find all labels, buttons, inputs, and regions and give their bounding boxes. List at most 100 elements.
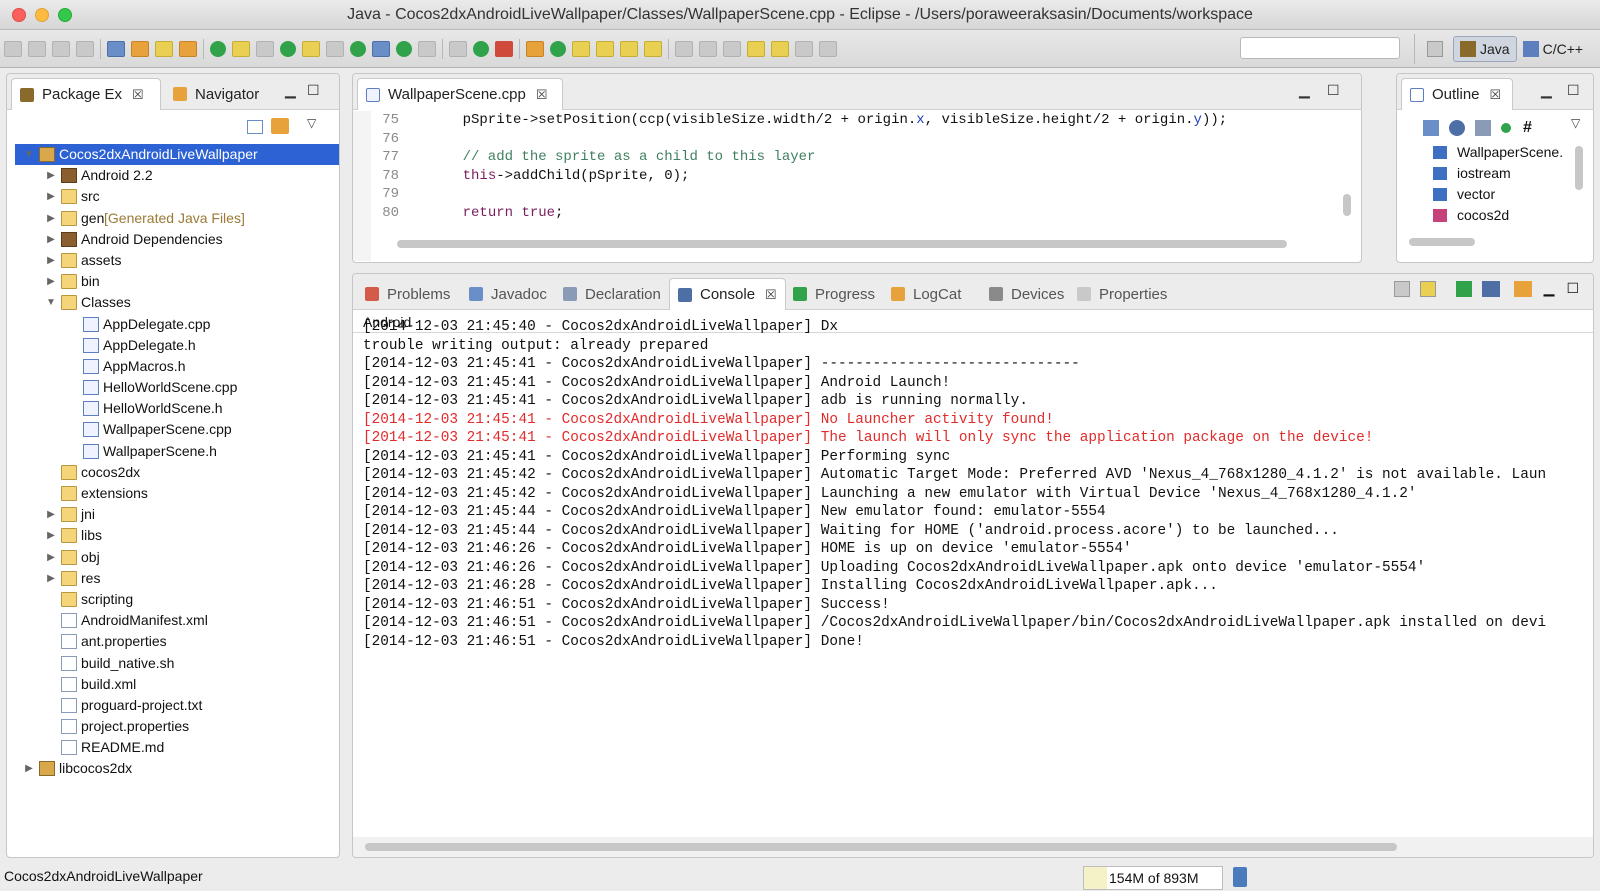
tab-devices[interactable]: Devices — [981, 278, 1072, 310]
pin-console-icon[interactable] — [1455, 280, 1472, 297]
tree-item[interactable]: README.md — [15, 737, 339, 758]
tab-properties[interactable]: Properties — [1069, 278, 1175, 310]
tree-item[interactable]: ▶ Android Dependencies — [15, 229, 339, 250]
tree-item[interactable]: AppDelegate.cpp — [15, 314, 339, 335]
forward-icon[interactable] — [795, 41, 813, 57]
open-workspace-icon[interactable] — [620, 41, 638, 57]
tree-item[interactable]: WallpaperScene.cpp — [15, 419, 339, 440]
collapse-all-icon[interactable] — [247, 120, 263, 134]
tree-item[interactable]: WallpaperScene.h — [15, 441, 339, 462]
open-folder-icon[interactable] — [572, 41, 590, 57]
tab-navigator[interactable]: Navigator — [165, 78, 267, 110]
tree-item[interactable]: ant.properties — [15, 631, 339, 652]
android-avd-icon[interactable] — [302, 41, 320, 57]
quick-access-input[interactable] — [1240, 37, 1400, 59]
terminate-icon[interactable] — [1393, 280, 1410, 297]
outline-item[interactable]: vector — [1433, 184, 1583, 205]
external-tools-icon[interactable] — [495, 41, 513, 57]
maximize-view-icon[interactable]: ☐ — [1327, 82, 1340, 99]
view-menu-icon[interactable]: ▽ — [307, 116, 316, 130]
outline-vertical-scrollbar[interactable] — [1575, 146, 1583, 190]
save-all-icon[interactable] — [52, 41, 70, 57]
new-java-class-icon[interactable] — [550, 41, 566, 57]
tree-item[interactable]: ▶ libs — [15, 525, 339, 546]
expanded-arrow-icon[interactable]: ▼ — [23, 144, 35, 165]
outline-item[interactable]: cocos2d — [1433, 205, 1583, 226]
collapsed-arrow-icon[interactable]: ▶ — [45, 250, 57, 271]
tree-item[interactable]: ▼ Cocos2dxAndroidLiveWallpaper — [15, 144, 339, 166]
tree-item[interactable]: AppMacros.h — [15, 356, 339, 377]
new-android-project-icon[interactable] — [396, 41, 412, 57]
tree-item[interactable]: AndroidManifest.xml — [15, 610, 339, 631]
close-icon[interactable]: ☒ — [765, 287, 777, 303]
tab-problems[interactable]: Problems — [357, 278, 458, 310]
build-icon[interactable] — [107, 41, 125, 57]
expanded-arrow-icon[interactable]: ▼ — [45, 292, 57, 313]
minimize-view-icon[interactable]: ▁ — [1544, 280, 1555, 297]
hide-macros-icon[interactable]: # — [1523, 120, 1532, 136]
editor-horizontal-scrollbar[interactable] — [397, 240, 1287, 248]
sort-icon[interactable] — [1423, 120, 1439, 136]
new-icon[interactable] — [4, 41, 22, 57]
tree-item[interactable]: scripting — [15, 589, 339, 610]
close-icon[interactable]: ☒ — [1490, 87, 1502, 103]
collapsed-arrow-icon[interactable]: ▶ — [45, 547, 57, 568]
collapsed-arrow-icon[interactable]: ▶ — [45, 504, 57, 525]
tree-item[interactable]: AppDelegate.h — [15, 335, 339, 356]
annotation-icon[interactable] — [675, 41, 693, 57]
open-project-icon[interactable] — [596, 41, 614, 57]
android-device-icon[interactable] — [350, 41, 366, 57]
link-with-editor-icon[interactable] — [271, 118, 289, 134]
tab-outline[interactable]: Outline ☒ — [1401, 78, 1513, 110]
display-console-icon[interactable] — [1481, 280, 1500, 297]
lint-icon[interactable] — [418, 41, 436, 57]
collapsed-arrow-icon[interactable]: ▶ — [23, 758, 35, 779]
tab-progress[interactable]: Progress — [785, 278, 883, 310]
hide-fields-icon[interactable] — [1449, 120, 1465, 136]
refresh-icon[interactable] — [179, 41, 197, 57]
tree-item[interactable]: project.properties — [15, 716, 339, 737]
tree-item[interactable]: HelloWorldScene.cpp — [15, 377, 339, 398]
collapsed-arrow-icon[interactable]: ▶ — [45, 525, 57, 546]
tree-item[interactable]: build_native.sh — [15, 653, 339, 674]
code-area[interactable]: 75 pSprite->setPosition(ccp(visibleSize.… — [375, 111, 1331, 261]
collapsed-arrow-icon[interactable]: ▶ — [45, 208, 57, 229]
console-horizontal-scrollbar[interactable] — [365, 843, 1397, 851]
heap-status[interactable]: 154M of 893M — [1083, 866, 1223, 890]
cpp-perspective-button[interactable]: C/C++ — [1517, 36, 1589, 62]
download-icon[interactable] — [326, 41, 344, 57]
tree-item[interactable]: proguard-project.txt — [15, 695, 339, 716]
tree-item[interactable]: ▶ res — [15, 568, 339, 589]
java-perspective-button[interactable]: Java — [1453, 36, 1517, 62]
maximize-view-icon[interactable]: ☐ — [1566, 280, 1579, 297]
tree-item[interactable]: ▶ obj — [15, 547, 339, 568]
new-class-icon[interactable] — [210, 41, 226, 57]
tree-item[interactable]: HelloWorldScene.h — [15, 398, 339, 419]
tree-item[interactable]: ▼ Classes — [15, 292, 339, 313]
collapsed-arrow-icon[interactable]: ▶ — [45, 186, 57, 207]
close-icon[interactable]: ☒ — [132, 87, 144, 103]
tree-item[interactable]: extensions — [15, 483, 339, 504]
gc-trash-icon[interactable] — [1233, 867, 1247, 887]
checkbox-icon[interactable] — [372, 41, 390, 57]
prev-annotation-icon[interactable] — [723, 41, 741, 57]
tab-javadoc[interactable]: Javadoc — [461, 278, 555, 310]
save-icon[interactable] — [28, 41, 46, 57]
new-folder-icon[interactable] — [232, 41, 250, 57]
tab-package-explorer[interactable]: Package Ex ☒ — [11, 78, 161, 110]
collapsed-arrow-icon[interactable]: ▶ — [45, 165, 57, 186]
tree-item[interactable]: ▶ gen [Generated Java Files] — [15, 208, 339, 229]
tree-item[interactable]: ▶ bin — [15, 271, 339, 292]
view-menu-icon[interactable]: ▽ — [1571, 116, 1580, 130]
run-icon[interactable] — [473, 41, 489, 57]
open-type-icon[interactable] — [526, 41, 544, 57]
tab-declaration[interactable]: Declaration — [555, 278, 669, 310]
tab-logcat[interactable]: LogCat — [883, 278, 969, 310]
console-output[interactable]: [2014-12-03 21:45:40 - Cocos2dxAndroidLi… — [363, 318, 1569, 828]
collapsed-arrow-icon[interactable]: ▶ — [45, 271, 57, 292]
minimize-view-icon[interactable]: ▁ — [1299, 82, 1310, 99]
tab-wallpaperscene-cpp[interactable]: WallpaperScene.cpp ☒ — [357, 78, 563, 110]
collapsed-arrow-icon[interactable]: ▶ — [45, 568, 57, 589]
tab-console[interactable]: Console ☒ — [669, 278, 786, 310]
tree-item[interactable]: ▶ Android 2.2 — [15, 165, 339, 186]
